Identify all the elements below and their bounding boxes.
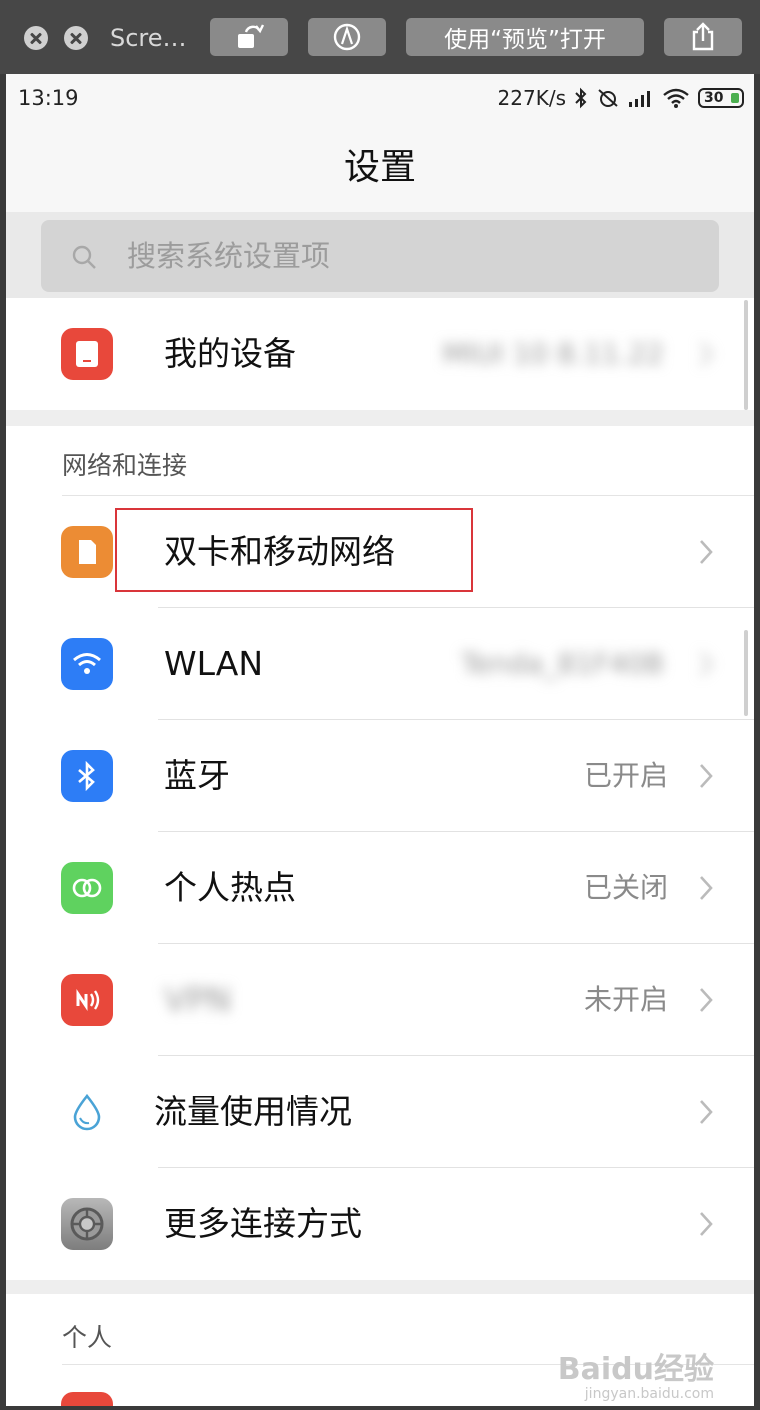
open-with-preview-button[interactable]: 使用“预览”打开 [406, 18, 644, 56]
sim-card-icon [61, 526, 113, 578]
hotspot-icon [61, 862, 113, 914]
fullscreen-window-button[interactable] [64, 26, 88, 50]
chevron-right-icon [700, 1100, 713, 1124]
item-value: Tenda_81F40B [461, 647, 664, 680]
watermark-logo: Baidu经验 [557, 1352, 714, 1387]
network-settings-list: 双卡和移动网络 WLAN Tenda_81F40B 蓝牙 已开启 个人热点 已关… [6, 496, 754, 1280]
battery-indicator: 30 [698, 88, 744, 108]
item-value: 已关闭 [583, 871, 668, 904]
settings-item-my-device[interactable]: 我的设备 MIUI 10 8.11.22 [6, 298, 754, 410]
item-label: 流量使用情况 [154, 1092, 352, 1131]
item-label: VPN [164, 980, 232, 1019]
settings-item-data-usage[interactable]: 流量使用情况 [6, 1056, 754, 1168]
item-label: 更多连接方式 [164, 1204, 362, 1243]
search-area [6, 212, 754, 298]
settings-item-vpn[interactable]: VPN 未开启 [6, 944, 754, 1056]
item-value: 已开启 [583, 759, 668, 792]
watermark-url: jingyan.baidu.com [584, 1386, 714, 1402]
settings-item-hotspot[interactable]: 个人热点 已关闭 [6, 832, 754, 944]
chevron-right-icon [700, 988, 713, 1012]
network-speed: 227K/s [497, 86, 566, 110]
rotate-icon [238, 24, 265, 48]
quicklook-toolbar: Scre… 使用“预览”打开 [0, 0, 760, 74]
chevron-right-icon [700, 1212, 713, 1236]
search-box[interactable] [41, 220, 719, 292]
item-label: 蓝牙 [164, 756, 230, 795]
highlight-box [115, 508, 473, 592]
chevron-right-icon [700, 540, 713, 564]
markup-pen-icon [333, 23, 361, 51]
settings-item-wlan[interactable]: WLAN Tenda_81F40B [6, 608, 754, 720]
wifi-status-icon [663, 88, 689, 108]
chevron-right-icon [700, 764, 713, 788]
item-value: MIUI 10 8.11.22 [442, 337, 664, 370]
device-icon [61, 328, 113, 380]
section-divider [6, 410, 754, 426]
gear-icon [61, 1198, 113, 1250]
rotate-button[interactable] [210, 18, 288, 56]
settings-item-bluetooth[interactable]: 蓝牙 已开启 [6, 720, 754, 832]
chevron-right-icon [700, 342, 713, 366]
chevron-right-icon [700, 876, 713, 900]
vpn-icon [61, 974, 113, 1026]
section-title: 网络和连接 [62, 451, 188, 480]
section-divider [6, 1280, 754, 1294]
status-time: 13:19 [18, 86, 79, 110]
markup-button[interactable] [308, 18, 386, 56]
signal-icon [629, 91, 650, 107]
wifi-icon [61, 638, 113, 690]
phone-screen: 13:19 227K/s 30 设置 搜索系统设置项 我的设备 MIUI 10 … [6, 74, 754, 1406]
item-label: 我的设备 [164, 334, 296, 373]
share-button[interactable] [664, 18, 742, 56]
mute-alarm-icon [598, 89, 618, 107]
search-icon [72, 245, 96, 269]
next-item-icon [61, 1392, 113, 1406]
title-bar: 设置 [6, 124, 754, 212]
page-title: 设置 [343, 147, 416, 188]
chevron-right-icon [700, 652, 713, 676]
item-label: WLAN [164, 644, 264, 683]
close-window-button[interactable] [24, 26, 48, 50]
item-label: 个人热点 [164, 868, 296, 907]
section-header-personal: 个人 Baidu经验 jingyan.baidu.com [6, 1294, 754, 1406]
bluetooth-status-icon [575, 87, 587, 109]
bluetooth-icon [61, 750, 113, 802]
settings-item-more-connections[interactable]: 更多连接方式 [6, 1168, 754, 1280]
search-input[interactable] [127, 220, 687, 292]
window-title: Scre… [110, 24, 187, 52]
share-icon [692, 22, 714, 51]
scrollbar-thumb[interactable] [744, 630, 748, 716]
section-header-network: 网络和连接 [6, 426, 754, 496]
data-usage-icon [61, 1086, 113, 1138]
status-icons: 227K/s 30 [498, 86, 744, 110]
my-device-list: 我的设备 MIUI 10 8.11.22 [6, 298, 754, 410]
status-bar: 13:19 227K/s 30 [6, 74, 754, 124]
scrollbar-thumb[interactable] [744, 300, 748, 410]
item-value: 未开启 [583, 983, 668, 1016]
section-title: 个人 [62, 1323, 113, 1352]
